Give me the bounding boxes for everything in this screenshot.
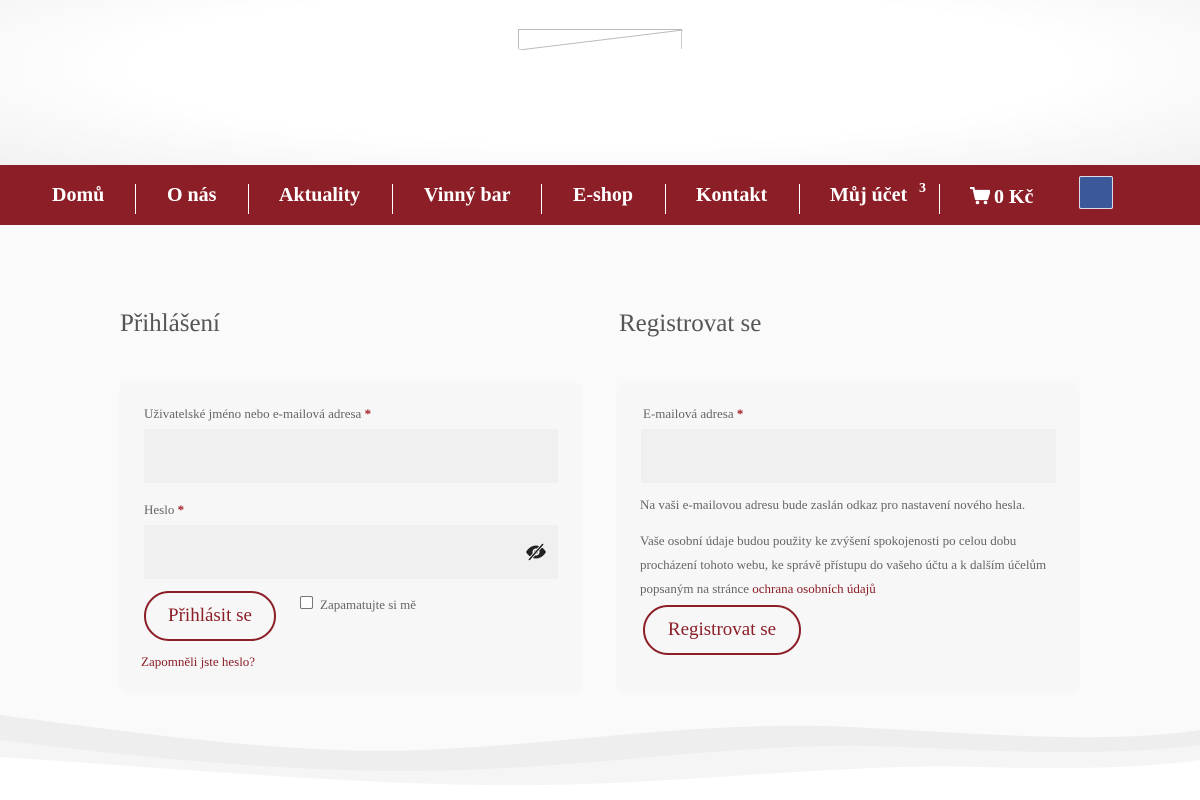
privacy-policy-link[interactable]: ochrana osobních údajů — [752, 581, 875, 596]
broken-image-icon — [519, 30, 683, 50]
nav-item-my-account[interactable]: Můj účet — [830, 183, 907, 207]
nav-item-about[interactable]: O nás — [167, 183, 216, 207]
login-title: Přihlášení — [120, 310, 220, 337]
logo-image[interactable] — [518, 29, 683, 50]
account-count-badge: 3 — [919, 181, 926, 196]
username-input[interactable] — [144, 429, 558, 483]
username-label: Uživatelské jméno nebo e-mailová adresa … — [144, 406, 371, 422]
facebook-button[interactable] — [1079, 176, 1113, 209]
register-title: Registrovat se — [619, 310, 762, 337]
eye-slash-icon — [526, 542, 546, 562]
remember-me-label: Zapamatujte si mě — [320, 597, 417, 612]
nav-separator — [665, 184, 666, 214]
email-label-text: E-mailová adresa — [643, 406, 734, 421]
nav-item-wine-bar[interactable]: Vinný bar — [424, 183, 511, 207]
required-mark: * — [736, 406, 744, 421]
nav-item-eshop[interactable]: E-shop — [573, 183, 633, 207]
email-label: E-mailová adresa * — [643, 406, 743, 422]
nav-item-home[interactable]: Domů — [52, 183, 104, 207]
nav-separator — [541, 184, 542, 214]
cart-link[interactable]: 0 Kč — [970, 186, 1033, 208]
password-link-info: Na vaši e-mailovou adresu bude zaslán od… — [640, 497, 1026, 512]
nav-item-news[interactable]: Aktuality — [279, 183, 360, 207]
nav-separator — [135, 184, 136, 214]
nav-separator — [799, 184, 800, 214]
register-button[interactable]: Registrovat se — [643, 605, 801, 655]
nav-separator — [248, 184, 249, 214]
cart-total: 0 Kč — [994, 186, 1034, 208]
login-button[interactable]: Přihlásit se — [144, 591, 276, 641]
email-input[interactable] — [641, 429, 1056, 483]
required-mark: * — [364, 406, 372, 421]
nav-separator — [939, 184, 940, 214]
password-label-text: Heslo — [144, 502, 175, 517]
password-input[interactable] — [144, 525, 558, 579]
footer-wave-decoration — [0, 715, 1200, 800]
toggle-password-button[interactable] — [525, 542, 547, 566]
required-mark: * — [177, 502, 185, 517]
nav-item-contact[interactable]: Kontakt — [696, 183, 767, 207]
cart-icon — [970, 186, 991, 205]
site-header — [0, 0, 1200, 165]
password-label: Heslo * — [144, 502, 184, 518]
username-label-text: Uživatelské jméno nebo e-mailová adresa — [144, 406, 362, 421]
nav-separator — [392, 184, 393, 214]
privacy-notice: Vaše osobní údaje budou použity ke zvýše… — [640, 529, 1065, 601]
forgot-password-link[interactable]: Zapomněli jste heslo? — [141, 654, 255, 670]
remember-me-checkbox[interactable] — [300, 596, 313, 609]
